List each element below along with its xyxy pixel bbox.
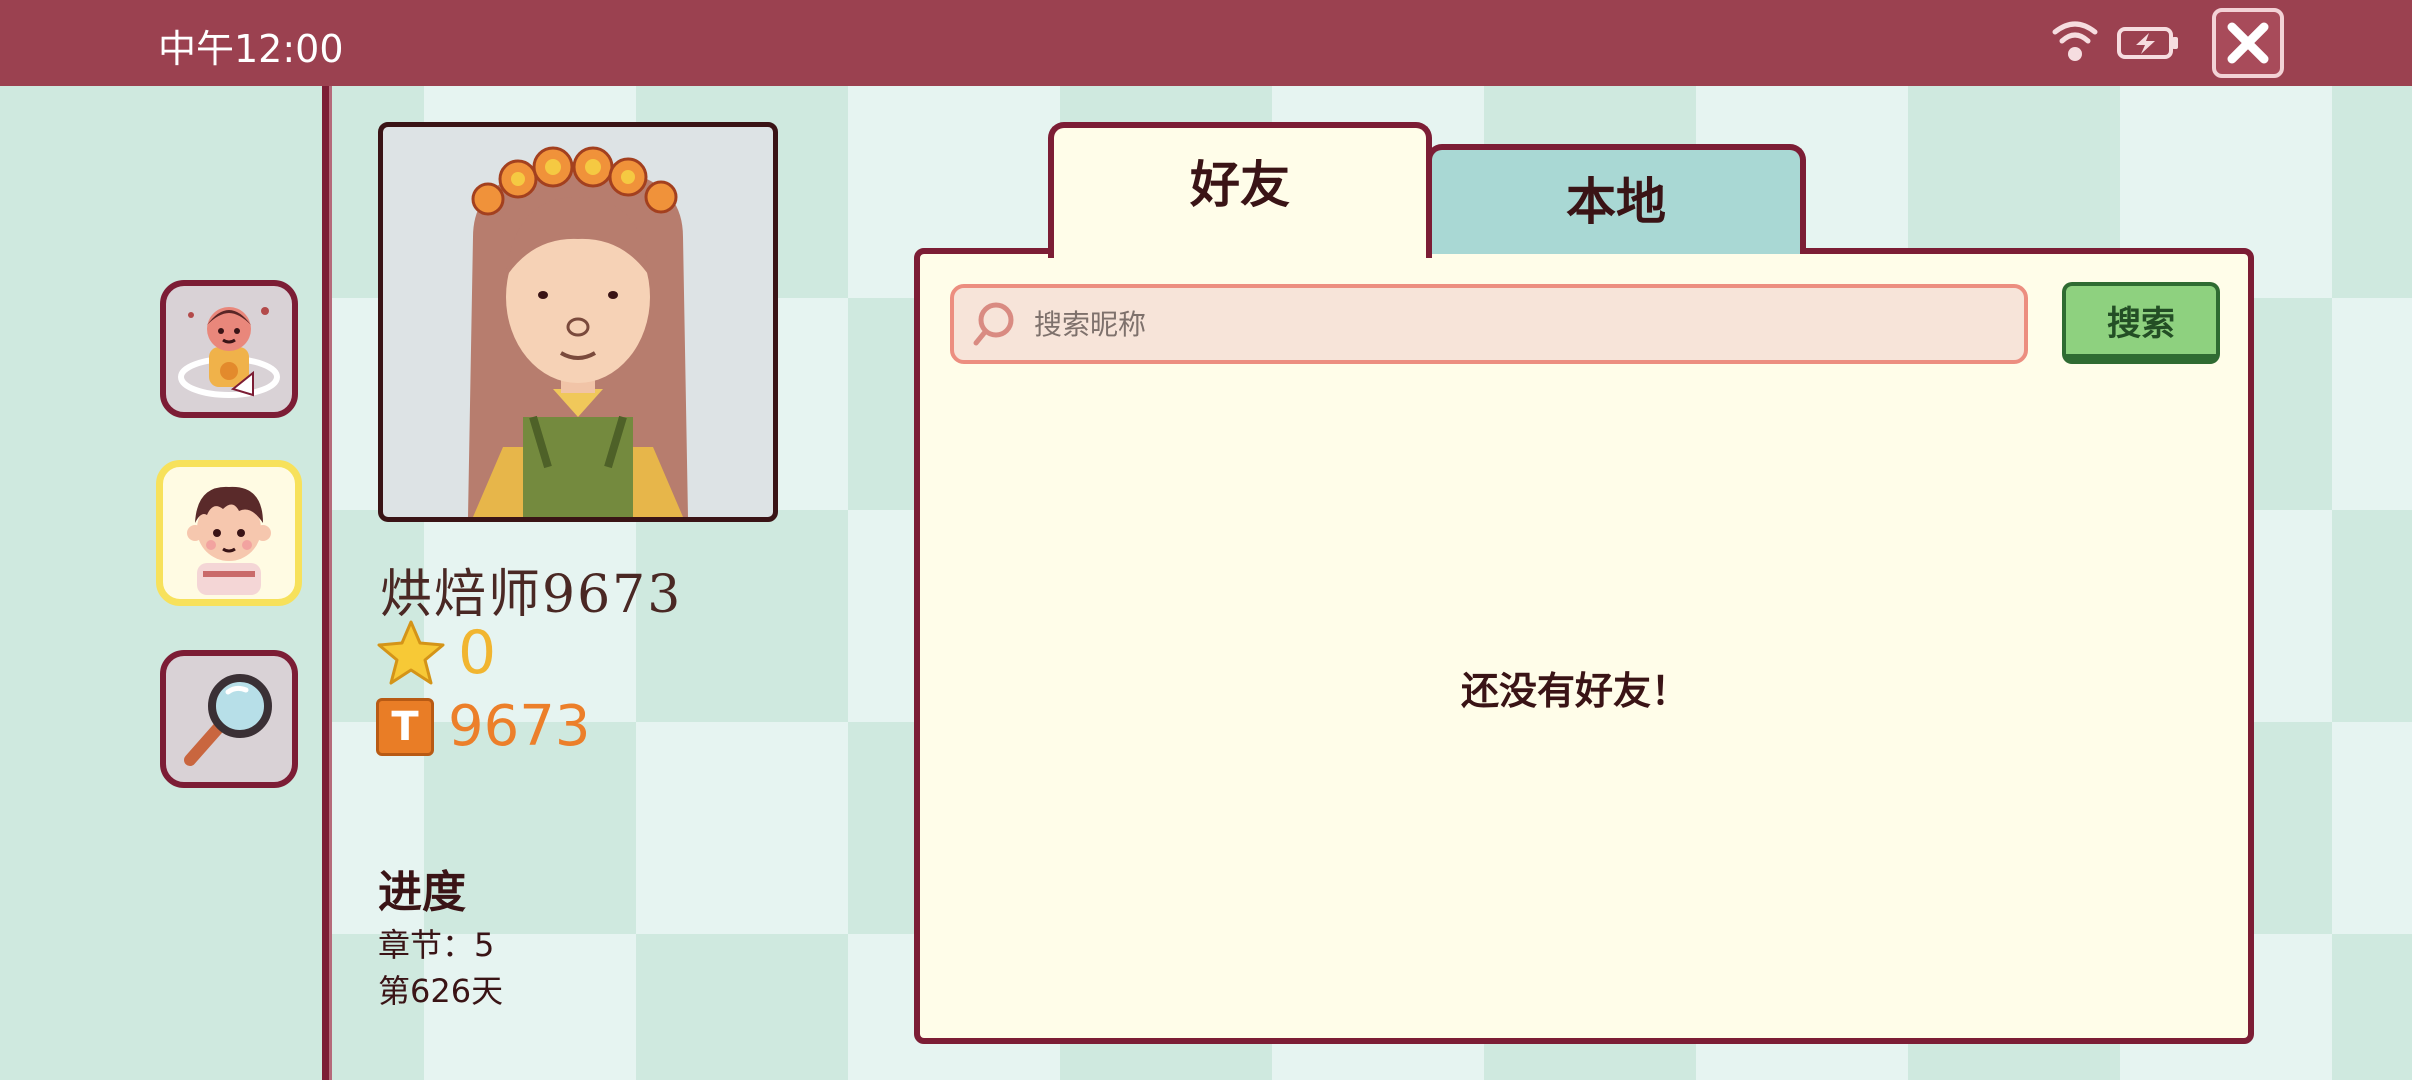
search-button-label: 搜索 (2107, 303, 2175, 344)
tab-friends-label: 好友 (1190, 156, 1290, 214)
search-button[interactable]: 搜索 (2062, 282, 2220, 364)
star-icon (377, 620, 445, 685)
stars-stat: 0 (376, 618, 496, 688)
stars-count: 0 (458, 618, 497, 688)
search-icon (973, 302, 1014, 346)
player-portrait-image (468, 146, 688, 517)
player-avatar (378, 122, 778, 522)
tab-friends[interactable]: 好友 (1048, 122, 1432, 258)
magnifier-icon (184, 674, 272, 766)
tab-local[interactable]: 本地 (1426, 144, 1806, 254)
close-button[interactable] (2212, 8, 2284, 78)
coin-icon: T (376, 697, 434, 756)
coins-stat: T 9673 (376, 694, 591, 759)
sidebar-item-search[interactable] (160, 650, 298, 788)
customer-character-icon (178, 307, 280, 398)
coins-count: 9673 (448, 694, 591, 759)
sidebar-item-chef[interactable] (156, 460, 302, 606)
sidebar-divider (322, 86, 332, 1080)
empty-friends-message: 还没有好友！ (1460, 669, 1689, 713)
progress-title: 进度 (378, 867, 466, 918)
wifi-icon (2052, 21, 2098, 61)
chef-character-icon (187, 486, 271, 595)
day-text: 第626天 (378, 972, 504, 1010)
search-input[interactable] (1034, 307, 1934, 341)
chapter-text: 章节：5 (378, 926, 495, 964)
tab-local-label: 本地 (1566, 173, 1666, 231)
sidebar-item-customer[interactable] (160, 280, 298, 418)
status-bar: 中午12:00 (0, 0, 2412, 86)
friends-panel (914, 248, 2254, 1044)
close-icon (2227, 22, 2269, 64)
status-time: 中午12:00 (158, 27, 344, 71)
search-bar (950, 284, 2028, 364)
player-name: 烘焙师9673 (380, 565, 683, 625)
battery-charging-icon (2117, 27, 2178, 59)
